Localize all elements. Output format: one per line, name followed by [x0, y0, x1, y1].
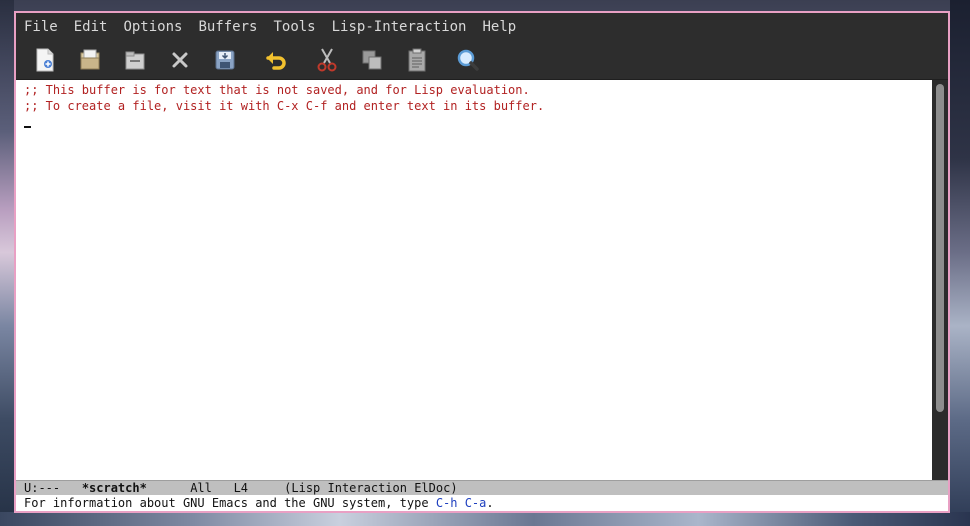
modeline-buffer-name[interactable]: *scratch* — [82, 481, 147, 495]
text-cursor — [24, 126, 31, 128]
open-file-icon[interactable] — [77, 47, 103, 73]
menu-edit[interactable]: Edit — [74, 19, 108, 35]
close-buffer-icon[interactable] — [167, 47, 193, 73]
buffer-line: ;; To create a file, visit it with C-x C… — [24, 99, 545, 113]
copy-icon[interactable] — [359, 47, 385, 73]
cut-icon[interactable] — [314, 47, 340, 73]
new-file-icon[interactable] — [32, 47, 58, 73]
menu-tools[interactable]: Tools — [273, 19, 315, 35]
minibuffer-help-keys[interactable]: C-h C-a — [436, 496, 487, 510]
menu-help[interactable]: Help — [482, 19, 516, 35]
desktop-background-bottom — [0, 512, 970, 526]
paste-icon[interactable] — [404, 47, 430, 73]
emacs-frame: File Edit Options Buffers Tools Lisp-Int… — [14, 11, 950, 513]
minibuffer[interactable]: For information about GNU Emacs and the … — [16, 495, 948, 511]
search-icon[interactable] — [455, 47, 481, 73]
buffer-window: ;; This buffer is for text that is not s… — [16, 80, 948, 480]
modeline-line-number: L4 — [233, 481, 249, 495]
modeline-modes[interactable]: (Lisp Interaction ElDoc) — [284, 481, 457, 495]
cursor-line — [24, 114, 932, 130]
vertical-scrollbar[interactable] — [932, 80, 948, 480]
scrollbar-thumb[interactable] — [936, 84, 944, 412]
menu-buffers[interactable]: Buffers — [198, 19, 257, 35]
desktop-background-left — [0, 0, 14, 526]
desktop-background-right — [950, 0, 970, 526]
toolbar — [16, 41, 948, 80]
undo-icon[interactable] — [263, 47, 289, 73]
modeline-status: U:--- — [24, 481, 61, 495]
modeline-position: All — [190, 481, 212, 495]
mode-line: U:--- *scratch* All L4 (Lisp Interaction… — [16, 480, 948, 495]
buffer-line: ;; This buffer is for text that is not s… — [24, 83, 530, 97]
save-icon[interactable] — [212, 47, 238, 73]
menu-lisp-interaction[interactable]: Lisp-Interaction — [332, 19, 467, 35]
scratch-buffer-text[interactable]: ;; This buffer is for text that is not s… — [16, 80, 932, 480]
minibuffer-message: For information about GNU Emacs and the … — [24, 496, 436, 510]
menu-options[interactable]: Options — [123, 19, 182, 35]
minibuffer-suffix: . — [486, 496, 494, 510]
menubar: File Edit Options Buffers Tools Lisp-Int… — [16, 13, 948, 41]
open-directory-icon[interactable] — [122, 47, 148, 73]
menu-file[interactable]: File — [24, 19, 58, 35]
